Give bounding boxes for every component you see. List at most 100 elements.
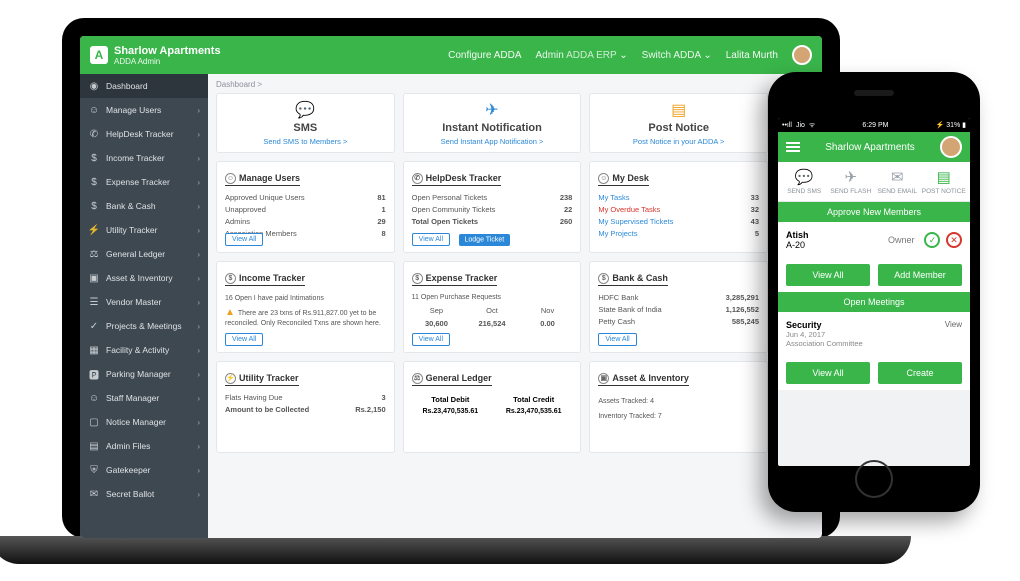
- ledger-icon: ⚖: [412, 373, 423, 384]
- chevron-right-icon: ›: [197, 274, 200, 283]
- sidebar-item-asset-inventory[interactable]: ▣Asset & Inventory›: [80, 266, 208, 290]
- data-row: My Tasks33: [598, 191, 759, 203]
- data-row: Petty Cash585,245: [598, 315, 759, 327]
- nav-admin[interactable]: Admin ADDA ERP ⌄: [536, 50, 628, 61]
- add-member-button[interactable]: Add Member: [878, 264, 962, 286]
- data-row: State Bank of India1,126,552: [598, 303, 759, 315]
- quick-send-sms[interactable]: 💬SEND SMS: [782, 168, 827, 195]
- card-income: $Income Tracker 16 Open I have paid Inti…: [216, 261, 395, 353]
- data-row: Unapproved1: [225, 203, 386, 215]
- asset-icon: ▣: [598, 373, 609, 384]
- meeting-row: View Security Jun 4, 2017 Association Co…: [778, 312, 970, 356]
- sidebar-icon: ☺: [88, 104, 100, 116]
- sidebar: ◉Dashboard☺Manage Users›✆HelpDesk Tracke…: [80, 74, 208, 538]
- sidebar-icon: $: [88, 176, 100, 188]
- view-all-button[interactable]: View All: [412, 233, 450, 246]
- sidebar-item-secret-ballot[interactable]: ✉Secret Ballot›: [80, 482, 208, 506]
- quick-icon: ✉: [875, 168, 920, 186]
- data-row: Open Community Tickets22: [412, 203, 573, 215]
- card-helpdesk: ✆HelpDesk Tracker Open Personal Tickets2…: [403, 161, 582, 253]
- sidebar-item-gatekeeper[interactable]: ⛨Gatekeeper›: [80, 458, 208, 482]
- member-role: Owner: [888, 235, 915, 245]
- sidebar-item-utility-tracker[interactable]: ⚡Utility Tracker›: [80, 218, 208, 242]
- data-row: My Supervised Tickets43: [598, 215, 759, 227]
- quick-label: SEND FLASH: [829, 188, 874, 195]
- expense-note: 11 Open Purchase Requests: [412, 293, 573, 302]
- sidebar-item-general-ledger[interactable]: ⚖General Ledger›: [80, 242, 208, 266]
- avatar[interactable]: [940, 136, 962, 158]
- card-my-desk: ☺My Desk My Tasks33My Overdue Tasks32My …: [589, 161, 768, 253]
- nav-switch[interactable]: Switch ADDA ⌄: [642, 50, 712, 61]
- menu-icon[interactable]: [786, 142, 800, 152]
- sidebar-item-income-tracker[interactable]: $Income Tracker›: [80, 146, 208, 170]
- desktop-screen: A Sharlow Apartments ADDA Admin Configur…: [80, 36, 822, 538]
- approve-icon[interactable]: ✓: [924, 232, 940, 248]
- sidebar-item-expense-tracker[interactable]: $Expense Tracker›: [80, 170, 208, 194]
- sidebar-item-notice-manager[interactable]: ▢Notice Manager›: [80, 410, 208, 434]
- hero-title: Post Notice: [598, 122, 759, 134]
- view-all-button[interactable]: View All: [598, 333, 636, 346]
- chevron-right-icon: ›: [197, 106, 200, 115]
- nav-user[interactable]: Lalita Murth: [726, 50, 778, 61]
- sidebar-label: Gatekeeper: [106, 465, 150, 475]
- sidebar-item-manage-users[interactable]: ☺Manage Users›: [80, 98, 208, 122]
- reject-icon[interactable]: ✕: [946, 232, 962, 248]
- view-link[interactable]: View: [945, 320, 962, 329]
- hero-link[interactable]: Send SMS to Members >: [225, 137, 386, 146]
- hero-icon: 💬: [225, 100, 386, 120]
- data-row: My Projects5: [598, 227, 759, 239]
- sidebar-label: Dashboard: [106, 81, 148, 91]
- chevron-right-icon: ›: [197, 442, 200, 451]
- sidebar-item-vendor-master[interactable]: ☰Vendor Master›: [80, 290, 208, 314]
- create-button[interactable]: Create: [878, 362, 962, 384]
- hero-instant-notification[interactable]: ✈Instant NotificationSend Instant App No…: [403, 93, 582, 153]
- sidebar-item-facility-activity[interactable]: ▦Facility & Activity›: [80, 338, 208, 362]
- expense-icon: $: [412, 273, 423, 284]
- quick-post-notice[interactable]: ▤POST NOTICE: [922, 168, 967, 195]
- phone-screen: ••ıll Jio ᯤ 6:29 PM ⚡ 31% ▮ Sharlow Apar…: [778, 118, 970, 466]
- card-expense: $Expense Tracker 11 Open Purchase Reques…: [403, 261, 582, 353]
- sidebar-label: Vendor Master: [106, 297, 161, 307]
- battery-icon: ⚡ 31% ▮: [936, 121, 966, 129]
- chevron-right-icon: ›: [197, 346, 200, 355]
- status-time: 6:29 PM: [819, 122, 931, 129]
- sidebar-item-parking-manager[interactable]: 🅿Parking Manager›: [80, 362, 208, 386]
- chevron-right-icon: ›: [197, 322, 200, 331]
- view-all-button[interactable]: View All: [225, 233, 263, 246]
- view-all-button[interactable]: View All: [412, 333, 450, 346]
- logo-icon: A: [90, 46, 108, 64]
- chevron-right-icon: ›: [197, 298, 200, 307]
- sidebar-icon: ✆: [88, 128, 100, 140]
- card-utility: ⚡Utility Tracker Flats Having Due3Amount…: [216, 361, 395, 453]
- view-all-button[interactable]: View All: [786, 362, 870, 384]
- view-all-button[interactable]: View All: [786, 264, 870, 286]
- view-all-button[interactable]: View All: [225, 333, 263, 346]
- status-bar: ••ıll Jio ᯤ 6:29 PM ⚡ 31% ▮: [778, 118, 970, 132]
- chevron-right-icon: ›: [197, 226, 200, 235]
- sidebar-label: Staff Manager: [106, 393, 159, 403]
- app-sub: ADDA Admin: [114, 57, 221, 66]
- nav-configure[interactable]: Configure ADDA: [448, 50, 521, 61]
- sidebar-item-dashboard[interactable]: ◉Dashboard: [80, 74, 208, 98]
- lodge-ticket-button[interactable]: Lodge Ticket: [459, 234, 511, 246]
- avatar[interactable]: [792, 45, 812, 65]
- income-warning: ▲There are 23 txns of Rs.911,827.00 yet …: [225, 306, 386, 328]
- sidebar-item-admin-files[interactable]: ▤Admin Files›: [80, 434, 208, 458]
- hero-post-notice[interactable]: ▤Post NoticePost Notice in your ADDA >: [589, 93, 768, 153]
- main: Dashboard > 💬SMSSend SMS to Members >✈In…: [208, 74, 776, 538]
- hero-link[interactable]: Send Instant App Notification >: [412, 137, 573, 146]
- chevron-right-icon: ›: [197, 394, 200, 403]
- sidebar-item-projects-meetings[interactable]: ✓Projects & Meetings›: [80, 314, 208, 338]
- hero-link[interactable]: Post Notice in your ADDA >: [598, 137, 759, 146]
- hero-sms[interactable]: 💬SMSSend SMS to Members >: [216, 93, 395, 153]
- sidebar-item-staff-manager[interactable]: ☺Staff Manager›: [80, 386, 208, 410]
- sidebar-label: Secret Ballot: [106, 489, 154, 499]
- quick-icon: 💬: [782, 168, 827, 186]
- sidebar-item-helpdesk-tracker[interactable]: ✆HelpDesk Tracker›: [80, 122, 208, 146]
- bank-icon: $: [598, 273, 609, 284]
- sidebar-item-bank-cash[interactable]: $Bank & Cash›: [80, 194, 208, 218]
- top-nav: Configure ADDA Admin ADDA ERP ⌄ Switch A…: [448, 45, 812, 65]
- chevron-right-icon: ›: [197, 418, 200, 427]
- quick-send-flash[interactable]: ✈SEND FLASH: [829, 168, 874, 195]
- quick-send-email[interactable]: ✉SEND EMAIL: [875, 168, 920, 195]
